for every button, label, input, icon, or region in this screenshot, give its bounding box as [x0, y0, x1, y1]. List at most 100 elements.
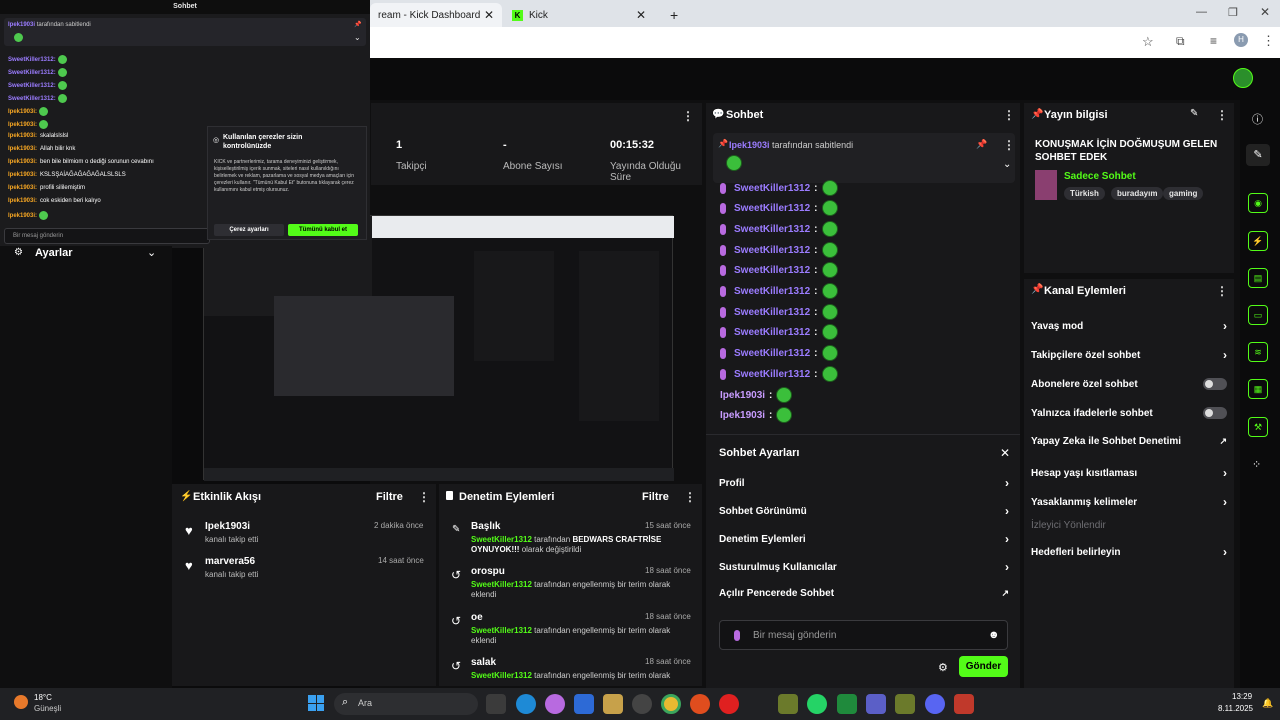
overlay-username[interactable]: Ipek1903i: [8, 122, 37, 128]
app-icon[interactable] [954, 694, 974, 714]
overlay-settings-label[interactable]: Ayarlar [35, 247, 73, 259]
chat-bubble-icon[interactable]: ▭ [1248, 305, 1268, 325]
chat-username[interactable]: SweetKiller1312 [734, 224, 810, 235]
chat-username[interactable]: SweetKiller1312 [734, 307, 810, 318]
chat-username[interactable]: SweetKiller1312 [734, 183, 810, 194]
chrome-icon[interactable] [661, 694, 681, 714]
chat-username[interactable]: SweetKiller1312 [734, 369, 810, 380]
chat-username[interactable]: SweetKiller1312 [734, 245, 810, 256]
overlay-username[interactable]: Ipek1903i: [8, 109, 37, 115]
chevron-down-icon[interactable]: ⌄ [147, 246, 156, 259]
pinned-user[interactable]: Ipek1903i [729, 140, 770, 150]
broadcast-icon[interactable]: ≋ [1248, 342, 1268, 362]
chat-username[interactable]: Ipek1903i [720, 390, 765, 401]
emoji-icon[interactable]: ☻ [988, 629, 1000, 641]
settings-item-view[interactable]: Sohbet Görünümü › [719, 504, 1009, 518]
teams-icon[interactable] [866, 694, 886, 714]
overlay-username[interactable]: SweetKiller1312: [8, 96, 56, 102]
user-avatar[interactable] [1233, 68, 1253, 88]
tab-kick[interactable]: K Kick ✕ [504, 3, 654, 27]
action-slow-mode[interactable]: Yavaş mod › [1031, 319, 1227, 333]
activity-filter[interactable]: Filtre [376, 491, 403, 503]
action-account-age[interactable]: Hesap yaşı kısıtlaması › [1031, 466, 1227, 480]
chevron-down-icon[interactable]: ⌄ [1003, 159, 1011, 170]
overlay-username[interactable]: SweetKiller1312: [8, 83, 56, 89]
clock-time[interactable]: 13:29 [1232, 692, 1252, 701]
more-options-icon[interactable]: ⋮ [1003, 138, 1015, 152]
action-goals[interactable]: Hedefleri belirleyin › [1031, 545, 1227, 559]
emotes-toggle[interactable] [1203, 407, 1227, 419]
cookie-accept-button[interactable]: Tümünü kabul et [288, 224, 358, 236]
more-options-icon[interactable]: ⋮ [1003, 108, 1015, 122]
tag[interactable]: gaming [1163, 187, 1204, 200]
profile-avatar[interactable]: H [1234, 33, 1248, 47]
more-options-icon[interactable]: ⋮ [418, 490, 430, 504]
file-explorer-icon[interactable] [486, 694, 506, 714]
menu-icon[interactable]: ⋮ [1262, 33, 1275, 49]
close-icon[interactable]: ✕ [1000, 446, 1010, 460]
chat-username[interactable]: Ipek1903i [720, 410, 765, 421]
settings-item-profile[interactable]: Profil › [719, 476, 1009, 490]
edit-icon[interactable]: ✎ [1190, 108, 1198, 119]
chat-username[interactable]: SweetKiller1312 [734, 327, 810, 338]
reading-list-icon[interactable]: ≡ [1210, 34, 1217, 48]
more-options-icon[interactable]: ⋮ [1216, 284, 1228, 298]
notification-icon[interactable]: 🔔 [1262, 698, 1273, 709]
chat-username[interactable]: SweetKiller1312 [734, 348, 810, 359]
close-tab-icon[interactable]: ✕ [636, 8, 646, 22]
cookie-settings-button[interactable]: Çerez ayarları [214, 224, 284, 236]
extensions-icon[interactable]: ⧉ [1176, 34, 1185, 49]
app-icon[interactable] [837, 694, 857, 714]
overlay-username[interactable]: Ipek1903i: [8, 159, 37, 165]
action-followers-only[interactable]: Takipçilere özel sohbet › [1031, 348, 1227, 362]
store-icon[interactable] [574, 694, 594, 714]
chat-username[interactable]: SweetKiller1312 [734, 203, 810, 214]
browser-icon[interactable] [690, 694, 710, 714]
settings-gear-icon[interactable]: ⚙ [938, 661, 948, 674]
bookmark-star-icon[interactable]: ☆ [1142, 34, 1154, 50]
subscribers-toggle[interactable] [1203, 378, 1227, 390]
tag[interactable]: buradayım [1111, 187, 1164, 200]
steam-icon[interactable] [632, 694, 652, 714]
chevron-down-icon[interactable]: ⌄ [354, 33, 361, 42]
close-tab-icon[interactable]: ✕ [484, 8, 494, 22]
opera-icon[interactable] [719, 694, 739, 714]
minecraft-icon[interactable] [895, 694, 915, 714]
action-ai-moderation[interactable]: Yapay Zeka ile Sohbet Denetimi ↗ [1031, 436, 1227, 447]
overlay-username[interactable]: Ipek1903i: [8, 146, 37, 152]
settings-item-muted[interactable]: Susturulmuş Kullanıcılar › [719, 560, 1009, 574]
edge-icon[interactable] [516, 694, 536, 714]
overlay-username[interactable]: Ipek1903i: [8, 133, 37, 139]
copilot-icon[interactable] [545, 694, 565, 714]
overlay-chat-input[interactable]: Bir mesaj gönderin [4, 228, 210, 244]
activity-user[interactable]: Ipek1903i [205, 521, 250, 532]
chat-username[interactable]: SweetKiller1312 [734, 265, 810, 276]
close-window-icon[interactable]: ✕ [1260, 5, 1270, 19]
overlay-username[interactable]: Ipek1903i: [8, 198, 37, 204]
taskbar-search[interactable]: ⌕ Ara [334, 693, 478, 715]
send-button[interactable]: Gönder [959, 656, 1008, 677]
settings-item-popout[interactable]: Açılır Pencerede Sohbet ↗ [719, 588, 1009, 599]
more-options-icon[interactable]: ⋮ [1216, 108, 1228, 122]
minecraft-icon[interactable] [778, 694, 798, 714]
windows-start-icon[interactable] [308, 695, 324, 711]
overlay-username[interactable]: Ipek1903i: [8, 213, 37, 219]
overlay-username[interactable]: Ipek1903i: [8, 172, 37, 178]
minimize-icon[interactable]: — [1196, 6, 1207, 18]
maximize-icon[interactable]: ❐ [1228, 6, 1238, 19]
layout-icon[interactable]: ▦ [1248, 379, 1268, 399]
pin-icon[interactable]: 📌 [354, 21, 361, 28]
chat-input[interactable]: Bir mesaj gönderin ☻ [719, 620, 1008, 650]
document-icon[interactable]: ▤ [1248, 268, 1268, 288]
chat-username[interactable]: SweetKiller1312 [734, 286, 810, 297]
tag[interactable]: Türkish [1064, 187, 1105, 200]
lightning-icon[interactable]: ⚡ [1248, 231, 1268, 251]
more-options-icon[interactable]: ⋮ [684, 490, 696, 504]
overlay-username[interactable]: Ipek1903i: [8, 185, 37, 191]
weather-temp[interactable]: 18°C [34, 693, 52, 702]
overlay-username[interactable]: SweetKiller1312: [8, 57, 56, 63]
edit-icon[interactable]: ✎ [1246, 144, 1270, 166]
more-options-icon[interactable]: ⋮ [682, 109, 694, 123]
settings-item-moderation[interactable]: Denetim Eylemleri › [719, 532, 1009, 546]
tab-dashboard[interactable]: ream - Kick Dashboard ✕ [370, 3, 502, 27]
